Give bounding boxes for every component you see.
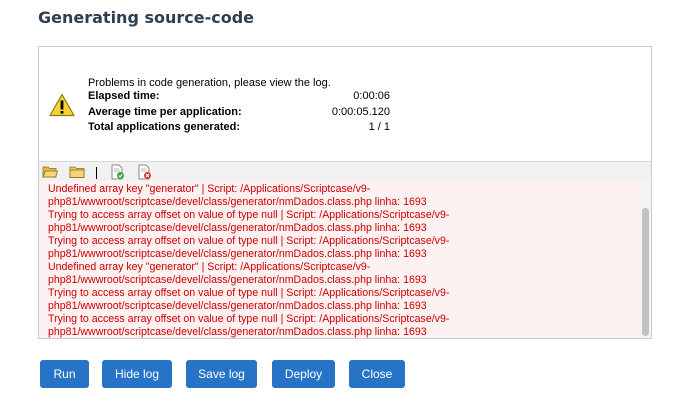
close-button[interactable]: Close xyxy=(349,360,405,388)
generation-summary: Problems in code generation, please view… xyxy=(39,47,651,161)
stat-label: Elapsed time: xyxy=(88,90,160,102)
log-scrollbar-thumb[interactable] xyxy=(642,208,649,336)
log-line: php81/wwwroot/scriptcase/devel/class/gen… xyxy=(48,326,427,338)
stat-label: Total applications generated: xyxy=(88,121,240,133)
log-line: Undefined array key "generator" | Script… xyxy=(48,261,371,273)
deploy-button[interactable]: Deploy xyxy=(272,360,335,388)
open-folder-icon[interactable] xyxy=(42,164,58,180)
save-log-button[interactable]: Save log xyxy=(186,360,257,388)
stat-label: Average time per application: xyxy=(88,106,242,118)
stat-value: 0:00:05.120 xyxy=(331,106,390,118)
run-button[interactable]: Run xyxy=(40,360,89,388)
log-line: php81/wwwroot/scriptcase/devel/class/gen… xyxy=(48,222,427,234)
page-title: Generating source-code xyxy=(38,8,255,27)
document-check-icon[interactable] xyxy=(109,164,125,180)
status-message: Problems in code generation, please view… xyxy=(88,77,331,89)
log-line: Trying to access array offset on value o… xyxy=(48,209,450,221)
log-line: Trying to access array offset on value o… xyxy=(48,235,450,247)
folder-icon[interactable] xyxy=(69,164,85,180)
log-line: Trying to access array offset on value o… xyxy=(48,287,450,299)
log-output[interactable]: Undefined array key "generator" | Script… xyxy=(39,181,651,338)
log-line: Undefined array key "generator" | Script… xyxy=(48,183,371,195)
log-line: php81/wwwroot/scriptcase/devel/class/gen… xyxy=(48,196,427,208)
log-scrollbar[interactable] xyxy=(640,181,651,338)
log-line: php81/wwwroot/scriptcase/devel/class/gen… xyxy=(48,248,427,260)
hide-log-button[interactable]: Hide log xyxy=(102,360,172,388)
log-lines: Undefined array key "generator" | Script… xyxy=(48,183,628,338)
document-delete-icon[interactable] xyxy=(136,164,152,180)
toolbar-separator xyxy=(96,167,97,179)
generation-panel: Problems in code generation, please view… xyxy=(38,46,652,339)
log-line: Trying to access array offset on value o… xyxy=(48,313,450,325)
stat-elapsed-time: Elapsed time: 0:00:06 xyxy=(88,90,390,104)
warning-icon xyxy=(49,93,75,117)
stat-value: 1 / 1 xyxy=(368,121,390,133)
stat-value: 0:00:06 xyxy=(353,90,390,102)
log-line: php81/wwwroot/scriptcase/devel/class/gen… xyxy=(48,300,427,312)
stat-average-time: Average time per application: 0:00:05.12… xyxy=(88,106,390,120)
log-toolbar xyxy=(39,161,651,182)
stat-total-generated: Total applications generated: 1 / 1 xyxy=(88,121,390,135)
log-line: php81/wwwroot/scriptcase/devel/class/gen… xyxy=(48,274,427,286)
